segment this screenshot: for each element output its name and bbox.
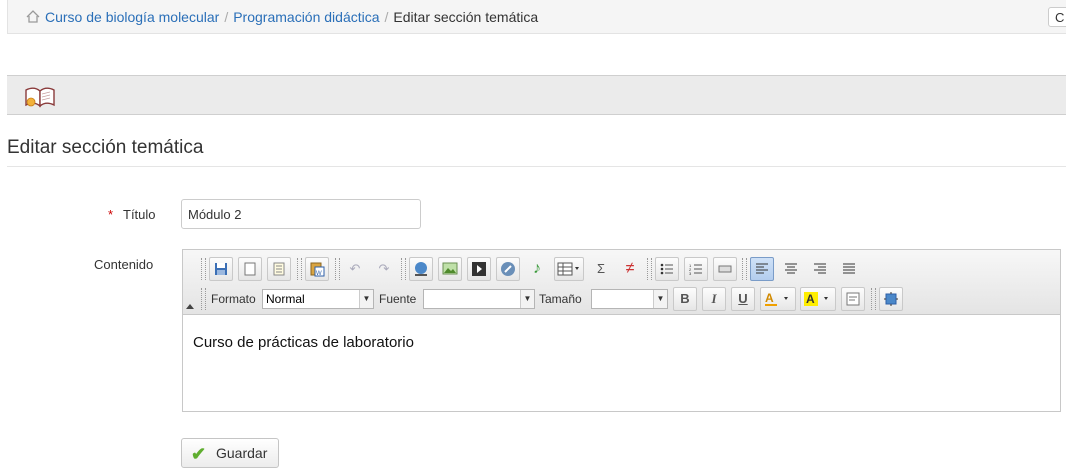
italic-icon[interactable]: I: [702, 287, 726, 311]
paste-word-icon[interactable]: W: [305, 257, 329, 281]
toolbar-grip[interactable]: [201, 288, 206, 310]
svg-text:W: W: [316, 271, 322, 277]
rich-text-editor: W ↶ ↷ ♪ Σ ≠ 123 Formato Normal ▼ Fuente ▼…: [182, 249, 1061, 412]
special-char-icon[interactable]: ≠: [618, 257, 642, 281]
templates-icon[interactable]: [267, 257, 291, 281]
sigma-icon[interactable]: Σ: [589, 257, 613, 281]
align-justify-icon[interactable]: [837, 257, 861, 281]
align-right-icon[interactable]: [808, 257, 832, 281]
page-title: Editar sección temática: [7, 137, 204, 158]
titulo-input[interactable]: [181, 199, 421, 229]
breadcrumb-current: Editar sección temática: [393, 9, 539, 25]
checkmark-icon: ✔: [191, 444, 207, 464]
collapse-toolbar-icon[interactable]: [186, 304, 194, 309]
contenido-label: Contenido: [94, 257, 154, 272]
format-select[interactable]: Normal ▼: [262, 289, 374, 309]
background-color-icon[interactable]: A: [800, 287, 836, 311]
chevron-down-icon: ▼: [520, 290, 534, 308]
breadcrumb-separator: /: [384, 9, 389, 25]
action-strip: [7, 75, 1066, 115]
bullet-list-icon[interactable]: [655, 257, 679, 281]
breadcrumb-link-programacion[interactable]: Programación didáctica: [233, 9, 379, 25]
bold-icon[interactable]: B: [673, 287, 697, 311]
undo-icon[interactable]: ↶: [343, 257, 367, 281]
chevron-down-icon: ▼: [653, 290, 667, 308]
save-button[interactable]: ✔ Guardar: [181, 438, 279, 468]
chevron-down-icon: ▼: [359, 290, 373, 308]
breadcrumb-link-curso[interactable]: Curso de biología molecular: [45, 9, 219, 25]
svg-text:3: 3: [689, 271, 692, 276]
toolbar-grip[interactable]: [297, 258, 302, 280]
home-icon[interactable]: [26, 10, 40, 23]
video-icon[interactable]: [467, 257, 491, 281]
maximize-icon[interactable]: [879, 287, 903, 311]
align-center-icon[interactable]: [779, 257, 803, 281]
text-color-icon[interactable]: A: [760, 287, 796, 311]
toolbar-grip[interactable]: [201, 258, 206, 280]
numbered-list-icon[interactable]: 123: [684, 257, 708, 281]
divider: [7, 166, 1066, 167]
toolbar-grip[interactable]: [871, 288, 876, 310]
editor-content[interactable]: Curso de prácticas de laboratorio: [193, 334, 414, 351]
flash-icon[interactable]: [496, 257, 520, 281]
svg-text:A: A: [806, 292, 815, 306]
horizontal-rule-icon[interactable]: [713, 257, 737, 281]
format-label: Formato: [211, 292, 256, 306]
toolbar-grip[interactable]: [401, 258, 406, 280]
svg-text:A: A: [765, 291, 774, 305]
table-icon[interactable]: [554, 257, 584, 281]
save-button-label: Guardar: [216, 445, 268, 461]
toolbar-grip[interactable]: [335, 258, 340, 280]
underline-icon[interactable]: U: [731, 287, 755, 311]
required-marker: *: [108, 207, 114, 222]
format-select-value: Normal: [266, 292, 305, 306]
save-icon[interactable]: [209, 257, 233, 281]
align-left-icon[interactable]: [750, 257, 774, 281]
titulo-label: Título: [123, 207, 156, 222]
image-icon[interactable]: [438, 257, 462, 281]
breadcrumb-separator: /: [224, 9, 229, 25]
link-icon[interactable]: [409, 257, 433, 281]
font-select[interactable]: ▼: [423, 289, 535, 309]
size-select[interactable]: ▼: [591, 289, 668, 309]
editor-toolbar: W ↶ ↷ ♪ Σ ≠ 123 Formato Normal ▼ Fuente ▼…: [183, 250, 1060, 315]
source-icon[interactable]: [841, 287, 865, 311]
new-page-icon[interactable]: [238, 257, 262, 281]
font-label: Fuente: [379, 292, 417, 306]
toolbar-grip[interactable]: [742, 258, 747, 280]
redo-icon[interactable]: ↷: [372, 257, 396, 281]
top-right-button[interactable]: C: [1048, 7, 1066, 27]
toolbar-grip[interactable]: [647, 258, 652, 280]
size-label: Tamaño: [539, 292, 582, 306]
breadcrumb: Curso de biología molecular / Programación…: [7, 0, 1066, 34]
open-book-icon[interactable]: [22, 84, 58, 108]
audio-icon[interactable]: ♪: [525, 257, 549, 281]
